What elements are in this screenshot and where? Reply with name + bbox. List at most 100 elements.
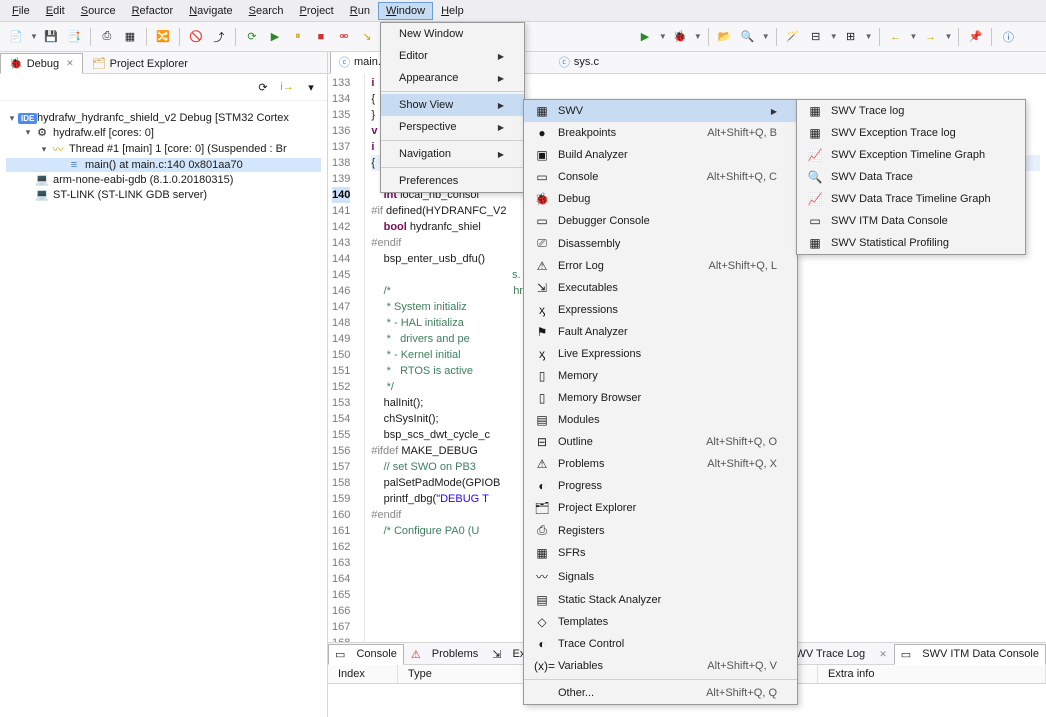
menu-new-window[interactable]: New Window [381,23,524,45]
tab-swv-trace-log[interactable]: WV Trace Log ✕ [788,644,893,663]
menu-run[interactable]: Run [342,2,378,20]
disconnect-icon[interactable]: ⚮ [334,27,354,47]
show-view-debug[interactable]: 🐞Debug [524,188,797,210]
show-view-breakpoints[interactable]: ●BreakpointsAlt+Shift+Q, B [524,122,797,144]
show-view-registers[interactable]: ⎙Registers [524,519,797,542]
tab-debug-label: Debug [27,58,59,70]
tab-console[interactable]: ▭ Console [328,644,404,665]
th-index[interactable]: Index [328,665,398,683]
menu-edit[interactable]: Edit [38,2,73,20]
tab-debug[interactable]: 🐞 Debug ✕ [0,53,83,74]
show-view-live-expressions[interactable]: ᶍLive Expressions [524,343,797,365]
switch-icon[interactable]: 🔀 [153,27,173,47]
run-icon[interactable]: ▶ [635,27,655,47]
show-view-other-[interactable]: Other...Alt+Shift+Q, Q [524,682,797,704]
debug-relaunch-icon[interactable]: ⟳ [253,77,273,97]
sfrs-icon[interactable]: ▦ [120,27,140,47]
menu-preferences[interactable]: Preferences [381,170,524,192]
menu-refactor[interactable]: Refactor [124,2,182,20]
editor-tab-sys-c[interactable]: ⓒ sys.c [550,52,608,73]
show-view-build-analyzer[interactable]: ▣Build Analyzer [524,144,797,166]
suspend-icon[interactable]: ⏸ [288,27,308,47]
back-icon[interactable]: ← [886,27,906,47]
show-view-templates[interactable]: ◇Templates [524,611,797,633]
show-view-expressions[interactable]: ᶍExpressions [524,299,797,321]
swv-swv-data-trace-timeline-graph[interactable]: 📈SWV Data Trace Timeline Graph [797,188,1025,210]
show-view-static-stack-analyzer[interactable]: ▤Static Stack Analyzer [524,589,797,611]
expand-icon[interactable]: ⊞ [841,27,861,47]
step-into-icon[interactable]: ↘ [357,27,377,47]
show-view-variables[interactable]: (x)=VariablesAlt+Shift+Q, V [524,655,797,677]
show-view-project-explorer[interactable]: 🗂Project Explorer [524,497,797,519]
tree-elf[interactable]: ▾ ⚙ hydrafw.elf [cores: 0] [6,125,321,140]
resume-icon[interactable]: ▶ [265,27,285,47]
swv-swv-exception-timeline-graph[interactable]: 📈SWV Exception Timeline Graph [797,144,1025,166]
menu-appearance[interactable]: Appearance▶ [381,67,524,89]
wand-icon[interactable]: 🪄 [783,27,803,47]
show-view-problems[interactable]: ⚠ProblemsAlt+Shift+Q, X [524,453,797,475]
swv-swv-trace-log[interactable]: ▦SWV Trace log [797,100,1025,122]
no-skip-icon[interactable]: 🚫 [186,27,206,47]
collapse-icon[interactable]: ⊟ [806,27,826,47]
restart-icon[interactable]: ⟳ [242,27,262,47]
step-into-icon[interactable]: i→ [277,77,297,97]
show-view-modules[interactable]: ▤Modules [524,409,797,431]
show-view-debugger-console[interactable]: ▭Debugger Console [524,210,797,232]
show-view-error-log[interactable]: ⚠Error LogAlt+Shift+Q, L [524,255,797,277]
menu-perspective[interactable]: Perspective▶ [381,116,524,138]
show-view-trace-control[interactable]: ◐Trace Control [524,633,797,655]
show-view-sfrs[interactable]: ▦SFRs [524,542,797,564]
show-view-signals[interactable]: 〰Signals [524,564,797,589]
open-folder-icon[interactable]: 📂 [715,27,735,47]
th-extra-info[interactable]: Extra info [818,665,1046,683]
show-view-fault-analyzer[interactable]: ⚑Fault Analyzer [524,321,797,343]
swv-swv-statistical-profiling[interactable]: ▦SWV Statistical Profiling [797,232,1025,254]
save-all-icon[interactable]: 📑 [64,27,84,47]
swv-swv-itm-data-console[interactable]: ▭SWV ITM Data Console [797,210,1025,232]
tree-gdb[interactable]: 💻 arm-none-eabi-gdb (8.1.0.20180315) [6,172,321,187]
menu-item-icon: ▯ [534,391,550,405]
menu-help[interactable]: Help [433,2,472,20]
show-view-executables[interactable]: ⇲Executables [524,277,797,299]
menu-item-icon: ⊟ [534,435,550,449]
close-icon[interactable]: ✕ [66,58,74,69]
menu-item-icon: ▭ [534,214,550,228]
tree-frame[interactable]: ≡ main() at main.c:140 0x801aa70 [6,158,321,172]
menu-project[interactable]: Project [292,2,342,20]
debug-icon[interactable]: 🐞 [670,27,690,47]
search-icon[interactable]: 🔍 [738,27,758,47]
menu-navigate[interactable]: Navigate [181,2,240,20]
tree-launch[interactable]: ▾ IDE hydrafw_hydranfc_shield_v2 Debug [… [6,111,321,125]
forward-icon[interactable]: → [920,27,940,47]
tab-swv-itm-data-console[interactable]: ▭ SWV ITM Data Console [894,644,1046,665]
skip-breakpoints-icon[interactable]: ⤴ [209,27,229,47]
menu-window[interactable]: Window [378,2,433,20]
swv-swv-data-trace[interactable]: 🔍SWV Data Trace [797,166,1025,188]
tree-stlink[interactable]: 💻 ST-LINK (ST-LINK GDB server) [6,187,321,202]
tab-problems[interactable]: ⚠ Problems [404,644,485,664]
save-icon[interactable]: 💾 [41,27,61,47]
terminate-icon[interactable]: ■ [311,27,331,47]
swv-swv-exception-trace-log[interactable]: ▦SWV Exception Trace log [797,122,1025,144]
show-view-swv[interactable]: ▦SWV▶ [524,100,797,122]
menu-search[interactable]: Search [241,2,292,20]
tab-project-explorer[interactable]: 🗂 Project Explorer [83,53,197,73]
tree-thread[interactable]: ▾ 〰 Thread #1 [main] 1 [core: 0] (Suspen… [6,140,321,158]
new-icon[interactable]: 📄 [6,27,26,47]
show-view-memory-browser[interactable]: ▯Memory Browser [524,387,797,409]
pin-icon[interactable]: 📌 [965,27,985,47]
menu-source[interactable]: Source [73,2,124,20]
info-icon[interactable]: ⓘ [998,27,1018,47]
menu-editor[interactable]: Editor▶ [381,45,524,67]
menu-file[interactable]: File [4,2,38,20]
show-view-progress[interactable]: ◐Progress [524,475,797,497]
close-icon[interactable]: ✕ [879,649,887,660]
registers-icon[interactable]: ⎙ [97,27,117,47]
show-view-memory[interactable]: ▯Memory [524,365,797,387]
show-view-disassembly[interactable]: ⎚Disassembly [524,232,797,255]
menu-navigation[interactable]: Navigation▶ [381,143,524,165]
menu-show-view[interactable]: Show View▶ [381,94,524,116]
show-view-outline[interactable]: ⊟OutlineAlt+Shift+Q, O [524,431,797,453]
show-view-console[interactable]: ▭ConsoleAlt+Shift+Q, C [524,166,797,188]
view-menu-icon[interactable]: ▾ [301,77,321,97]
